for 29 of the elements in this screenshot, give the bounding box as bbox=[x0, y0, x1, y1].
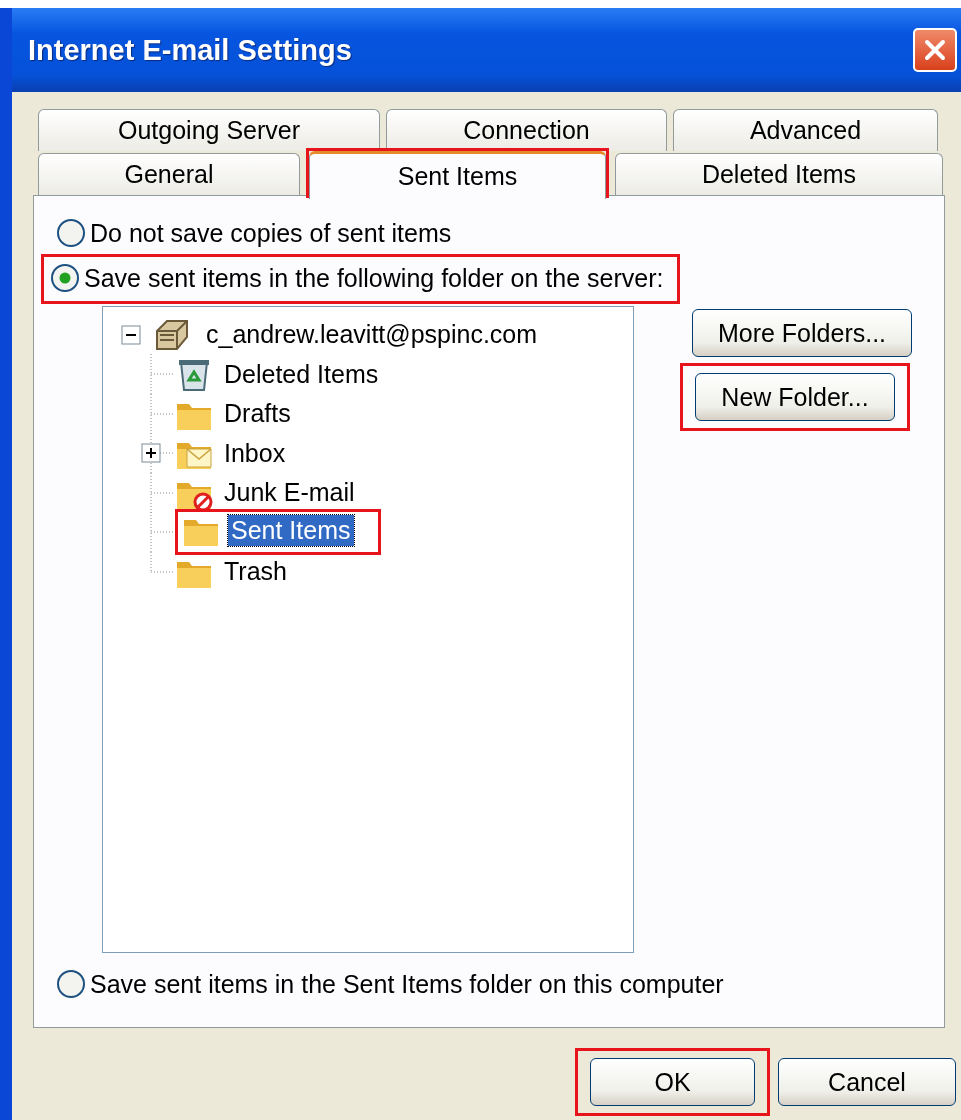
folder-tree[interactable]: c_andrew.leavitt@pspinc.com Deleted Items Drafts Inbox Junk E-mail Sent Items Trash bbox=[102, 306, 634, 953]
radio-button[interactable] bbox=[56, 969, 86, 999]
tree-item[interactable]: Junk E-mail bbox=[221, 477, 358, 509]
radio-label[interactable]: Do not save copies of sent items bbox=[90, 218, 452, 248]
close-icon bbox=[923, 38, 947, 62]
tree-item[interactable]: Drafts bbox=[221, 398, 294, 430]
tab[interactable]: Sent Items bbox=[309, 151, 606, 199]
tab[interactable]: Outgoing Server bbox=[38, 109, 380, 151]
tab[interactable]: General bbox=[38, 153, 300, 195]
tree-item[interactable]: c_andrew.leavitt@pspinc.com bbox=[203, 319, 541, 351]
tree-item[interactable]: Sent Items bbox=[228, 514, 354, 546]
button[interactable]: Cancel bbox=[778, 1058, 956, 1106]
button[interactable]: More Folders... bbox=[692, 309, 912, 357]
close-button[interactable] bbox=[913, 28, 957, 72]
tree-item[interactable]: Deleted Items bbox=[221, 358, 382, 390]
collapse-icon[interactable] bbox=[121, 324, 141, 345]
tree-item[interactable]: Inbox bbox=[221, 437, 289, 469]
button[interactable]: OK bbox=[590, 1058, 755, 1106]
tree-item[interactable]: Trash bbox=[221, 556, 290, 588]
tab[interactable]: Deleted Items bbox=[615, 153, 943, 195]
radio-button[interactable] bbox=[50, 263, 80, 293]
radio-label[interactable]: Save sent items in the Sent Items folder on this computer bbox=[90, 969, 724, 999]
button[interactable]: New Folder... bbox=[695, 373, 895, 421]
expand-icon[interactable] bbox=[139, 433, 175, 474]
radio-label[interactable]: Save sent items in the following folder on the server: bbox=[84, 263, 664, 293]
window-title: Internet E-mail Settings bbox=[28, 33, 352, 67]
tab[interactable]: Connection bbox=[386, 109, 667, 151]
radio-button[interactable] bbox=[56, 218, 86, 248]
tab[interactable]: Advanced bbox=[673, 109, 938, 151]
